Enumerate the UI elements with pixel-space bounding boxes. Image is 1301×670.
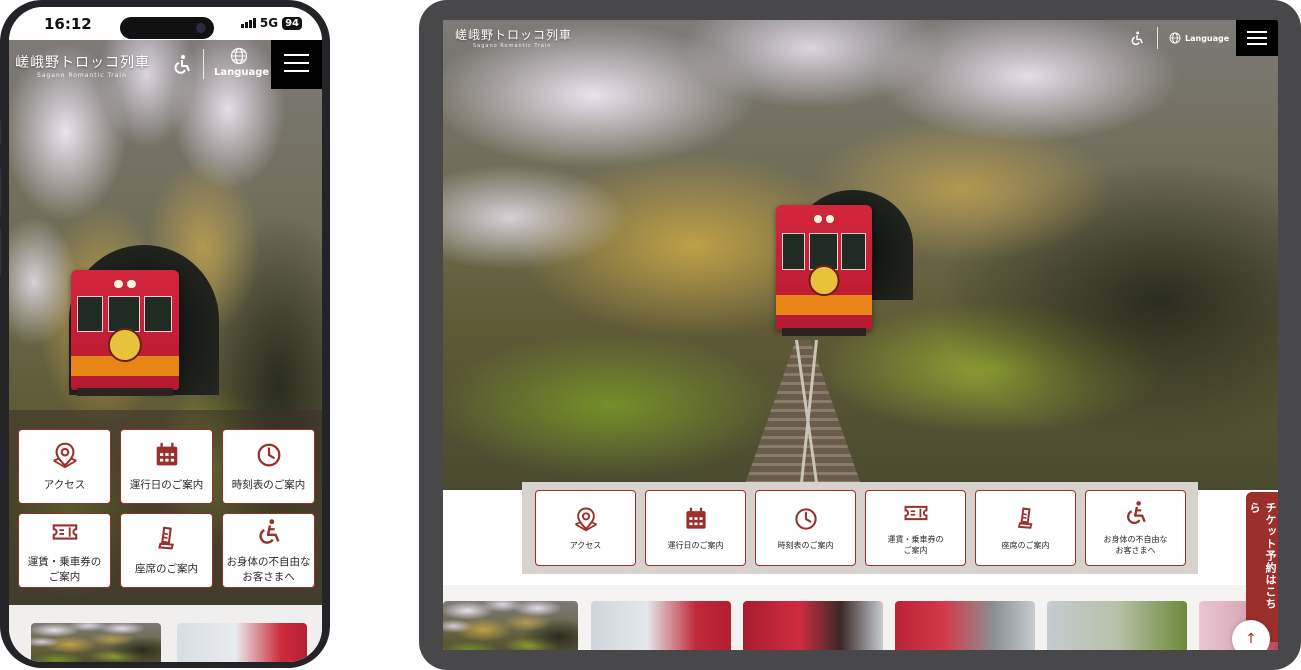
menu-button[interactable]	[271, 38, 322, 89]
wheelchair-icon	[254, 517, 284, 547]
quick-menu-label: 時刻表のご案内	[777, 540, 834, 550]
camera-icon	[196, 23, 206, 33]
quick-menu-wheelchair-button[interactable]: お身体の不自由な お客さまへ	[222, 513, 315, 588]
gallery-thumb[interactable]	[177, 623, 307, 662]
menu-button[interactable]	[1236, 20, 1278, 56]
quick-menu-clock-button[interactable]: 時刻表のご案内	[755, 490, 856, 566]
quick-menu-label: 座席のご案内	[1001, 540, 1050, 550]
language-button[interactable]: Language	[1169, 30, 1229, 46]
phone-volume-up	[0, 168, 1, 216]
status-indicators: 5G 94	[240, 16, 302, 30]
train-image	[71, 270, 179, 396]
quick-menu-seat-button[interactable]: 座席のご案内	[120, 513, 213, 588]
clock-icon	[254, 440, 284, 470]
wheelchair-icon	[1122, 499, 1150, 527]
quick-menu-label: 座席のご案内	[135, 563, 198, 576]
quick-menu-label: 時刻表のご案内	[231, 479, 306, 492]
quick-menu-ticket-button[interactable]: 運賃・乗車券の ご案内	[865, 490, 966, 566]
arrow-up-icon: ↑	[1245, 631, 1257, 647]
header-divider	[203, 49, 204, 79]
map-pin-icon	[50, 440, 80, 470]
quick-menu: アクセス 運行日のご案内 時刻表のご案内 運賃・乗車券の ご案内 座席のご案内 お身体の不…	[522, 482, 1198, 574]
quick-menu-label: アクセス	[569, 540, 602, 550]
quick-menu-wheelchair-button[interactable]: お身体の不自由な お客さまへ	[1085, 490, 1186, 566]
gallery-thumb[interactable]	[895, 601, 1035, 650]
train-image	[776, 205, 872, 337]
tablet-screen: 嵯峨野トロッコ列車 Sagano Romantic Train Language…	[443, 20, 1278, 650]
status-time: 16:12	[44, 15, 92, 33]
quick-menu-label: お身体の不自由な お客さまへ	[226, 556, 311, 583]
content-section	[9, 605, 322, 662]
calendar-icon	[682, 505, 710, 533]
map-pin-icon	[572, 505, 600, 533]
signal-icon	[240, 18, 256, 28]
quick-menu-ticket-button[interactable]: 運賃・乗車券の ご案内	[18, 513, 111, 588]
logo-subtitle: Sagano Romantic Train	[37, 72, 127, 79]
quick-menu-label: 運賃・乗車券の ご案内	[887, 535, 944, 555]
accessibility-icon[interactable]	[1129, 30, 1145, 46]
globe-icon	[1169, 32, 1181, 44]
language-button[interactable]: Language	[214, 47, 270, 87]
network-label: 5G	[259, 16, 279, 30]
quick-menu-label: アクセス	[43, 479, 86, 492]
battery-icon: 94	[282, 16, 302, 30]
phone-device: 16:12 5G 94 嵯峨野トロッコ列車 Sagano Romantic Tr…	[0, 0, 330, 668]
quick-menu-calendar-button[interactable]: 運行日のご案内	[645, 490, 746, 566]
clock-icon	[792, 505, 820, 533]
quick-menu-calendar-button[interactable]: 運行日のご案内	[120, 429, 213, 504]
logo-subtitle: Sagano Romantic Train	[473, 43, 552, 49]
quick-menu-label: 運行日のご案内	[667, 540, 724, 550]
language-label: Language	[214, 67, 270, 78]
seat-icon	[1012, 505, 1040, 533]
quick-menu-label: お身体の不自由な お客さまへ	[1103, 535, 1168, 555]
calendar-icon	[152, 440, 182, 470]
quick-menu-map-pin-button[interactable]: アクセス	[18, 429, 111, 504]
gallery-thumb[interactable]	[31, 623, 161, 662]
tablet-device: 嵯峨野トロッコ列車 Sagano Romantic Train Language…	[419, 0, 1301, 670]
logo-title: 嵯峨野トロッコ列車	[15, 55, 150, 71]
quick-menu-map-pin-button[interactable]: アクセス	[535, 490, 636, 566]
ticket-icon	[902, 499, 930, 527]
site-logo[interactable]: 嵯峨野トロッコ列車 Sagano Romantic Train	[455, 26, 572, 49]
phone-status-bar: 16:12 5G 94	[9, 7, 322, 40]
phone-screen: 16:12 5G 94 嵯峨野トロッコ列車 Sagano Romantic Tr…	[9, 7, 322, 662]
accessibility-icon[interactable]	[171, 53, 193, 75]
site-logo[interactable]: 嵯峨野トロッコ列車 Sagano Romantic Train	[15, 52, 150, 79]
language-label: Language	[1185, 33, 1230, 43]
gallery-strip	[443, 585, 1278, 650]
logo-title: 嵯峨野トロッコ列車	[455, 28, 573, 42]
dynamic-island	[120, 17, 214, 39]
header-divider	[1157, 27, 1158, 49]
quick-menu-clock-button[interactable]: 時刻表のご案内	[222, 429, 315, 504]
gallery-thumb[interactable]	[443, 601, 578, 650]
scroll-top-button[interactable]: ↑	[1232, 620, 1270, 650]
quick-menu-seat-button[interactable]: 座席のご案内	[975, 490, 1076, 566]
ticket-tab-label: チケット予約はこちら	[1248, 502, 1277, 610]
gallery-thumb[interactable]	[1047, 601, 1187, 650]
gallery-thumb[interactable]	[591, 601, 731, 650]
phone-volume-down	[0, 228, 1, 276]
seat-icon	[152, 524, 182, 554]
quick-menu-label: 運行日のご案内	[129, 479, 204, 492]
quick-menu: アクセス 運行日のご案内 時刻表のご案内運賃・乗車券の ご案内 座席のご案内 お身体の不…	[9, 412, 322, 612]
quick-menu-label: 運賃・乗車券の ご案内	[27, 556, 102, 583]
ticket-icon	[50, 517, 80, 547]
hero-image	[443, 20, 1278, 490]
gallery-thumb[interactable]	[743, 601, 883, 650]
phone-side-button	[0, 120, 1, 146]
globe-icon	[230, 47, 248, 65]
